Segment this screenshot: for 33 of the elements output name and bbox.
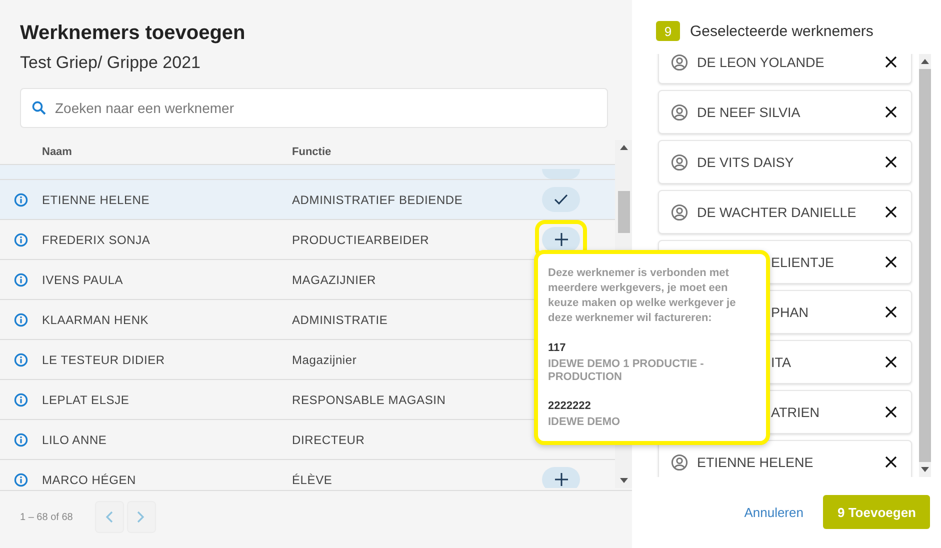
employee-name: IVENS PAULA [42, 272, 124, 286]
employee-function: DIRECTEUR [292, 432, 365, 446]
employee-name: DE LEON YOLANDE [697, 54, 824, 70]
employee-name: DE NEEF SILVIA [697, 104, 800, 120]
employee-name: ITA [771, 354, 791, 370]
employee-name: MARCO HÉGEN [42, 472, 136, 486]
employee-function: Magazijnier [292, 352, 357, 366]
employee-name: ATRIEN [771, 404, 820, 420]
employee-name: LE TESTEUR DIDIER [42, 352, 165, 366]
count-badge: 9 [656, 21, 680, 41]
employee-function: ADMINISTRATIE [292, 312, 388, 326]
column-header: Functie [292, 146, 332, 158]
employee-name: KLAARMAN HENK [42, 312, 149, 326]
employee-name: DE WACHTER DANIELLE [697, 204, 856, 220]
dialog-subtitle: Test Griep/ Grippe 2021 [20, 53, 202, 73]
employee-name: FREDERIX SONJA [42, 232, 150, 246]
employee-function: ADMINISTRATIEF BEDIENDE [292, 192, 463, 206]
popover-message: Deze werknemer is verbonden met meerdere werkgevers, je moet een keuze maken op welke werkgever je deze werknemer wil factureren: [548, 266, 737, 326]
employee-function: PRODUCTIEARBEIDER [292, 232, 430, 246]
column-header: Naam [42, 146, 72, 158]
employee-function: RESPONSABLE MAGASIN [292, 392, 446, 406]
employee-name: LEPLAT ELSJE [42, 392, 130, 406]
employee-function: MAGAZIJNIER [292, 272, 376, 286]
dialog-title: Werknemers toevoegen [20, 22, 246, 45]
employee-function: ÉLÈVE [292, 472, 332, 486]
employee-name: PHAN [771, 304, 809, 320]
employee-name: ETIENNE HELENE [697, 454, 814, 470]
employee-name: DE VITS DAISY [697, 154, 794, 170]
pagination-range: 1 – 68 of 68 [20, 512, 73, 522]
employee-name: LILO ANNE [42, 432, 107, 446]
employee-name: ETIENNE HELENE [42, 192, 150, 206]
employee-name: ELIENTJE [771, 254, 834, 270]
panel-title: Geselecteerde werknemers [690, 22, 874, 40]
